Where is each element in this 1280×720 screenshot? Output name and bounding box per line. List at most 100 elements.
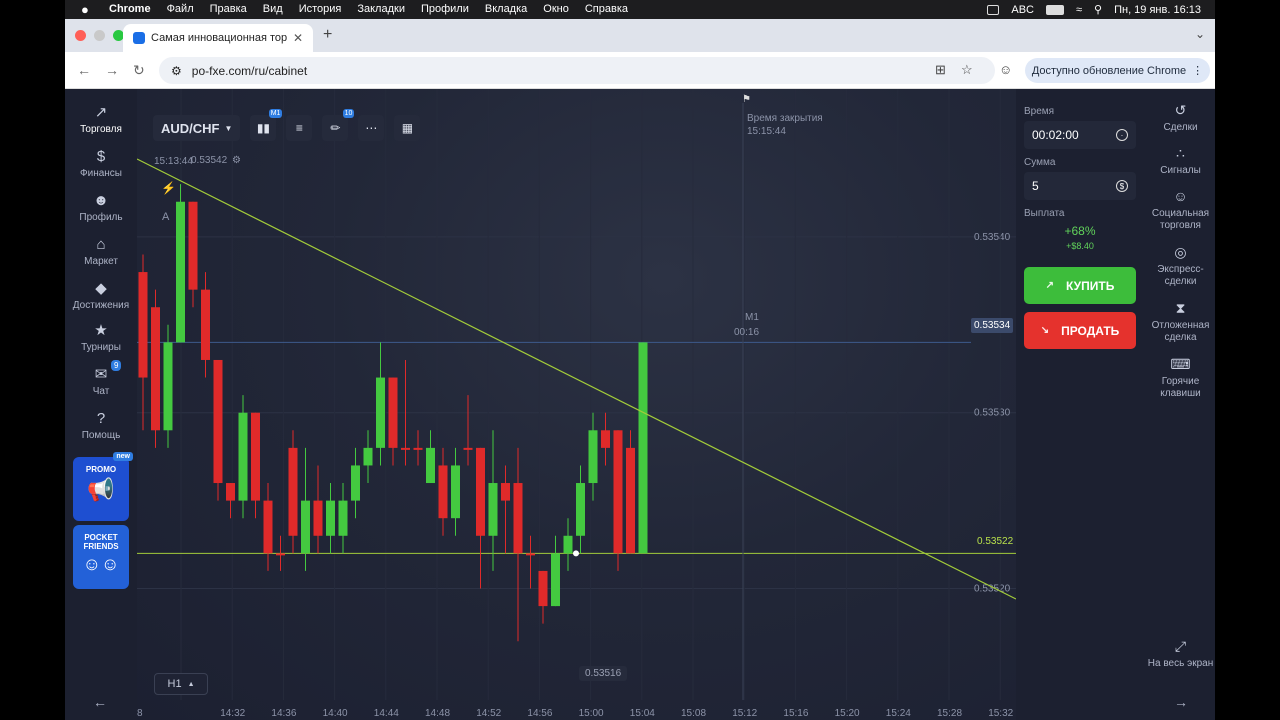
site-settings-icon[interactable]: ⚙	[171, 64, 182, 78]
apple-icon[interactable]: ●	[81, 2, 89, 17]
menubar-menu-5[interactable]: Закладки	[357, 3, 405, 15]
payout-amount: +$8.40	[1066, 241, 1094, 251]
cart-icon: ⌂	[96, 236, 106, 253]
promo-banner[interactable]: new PROMO 📢	[73, 452, 133, 521]
new-tab-icon[interactable]: +	[323, 26, 332, 44]
line-price-tag: 0.53522	[977, 536, 1014, 547]
nav-item-2[interactable]: ☻ Профиль	[65, 192, 137, 223]
more-options-button[interactable]: ⋯	[358, 115, 385, 141]
tab-search-chevron-icon[interactable]: ⌄	[1195, 27, 1205, 41]
x-tick-label: 15:04	[630, 708, 655, 719]
buy-button[interactable]: ↗ КУПИТЬ	[1024, 267, 1136, 304]
right-nav-item-4[interactable]: ⧗ Отложенная сделка	[1146, 301, 1215, 344]
payout-percent: +68%	[1064, 224, 1096, 238]
amount-label: Сумма	[1024, 157, 1056, 168]
expand-icon: ⤢	[1174, 638, 1187, 654]
address-bar[interactable]: ⚙ po-fxe.com/ru/cabinet	[159, 57, 995, 84]
url-text[interactable]: po-fxe.com/ru/cabinet	[192, 64, 307, 78]
price-chart[interactable]: 0.53540 0.53530 0.53520 8 14:32 14:36 14:40 14:…	[137, 89, 1016, 720]
indicators-button[interactable]: ≡	[286, 115, 313, 141]
menubar-menu-3[interactable]: Вид	[263, 3, 283, 15]
menubar-menu-9[interactable]: Справка	[585, 3, 628, 15]
flash-icon[interactable]: ⚡	[161, 181, 176, 195]
candle-body	[476, 447, 485, 536]
menubar-menu-0[interactable]: Chrome	[109, 3, 151, 15]
more-menu-icon[interactable]: ⋮	[1192, 64, 1203, 77]
asset-selector[interactable]: AUD/CHF ▼	[153, 115, 241, 141]
forward-icon[interactable]: →	[105, 62, 119, 78]
browser-tab[interactable]: Самая инновационная торго ✕	[123, 24, 313, 52]
timeframe-selector[interactable]: H1 ▲	[154, 673, 208, 695]
nav-item-3[interactable]: ⌂ Маркет	[65, 236, 137, 267]
nav-item-6[interactable]: ✉ Чат 9	[65, 360, 137, 397]
chart-type-button[interactable]: ▮▮ M1	[250, 109, 283, 141]
fullscreen-button[interactable]: ⤢ На весь экран	[1146, 638, 1215, 670]
chart-type-badge: M1	[268, 109, 283, 118]
candle-body	[451, 465, 460, 519]
nav-item-5[interactable]: ★ Турниры	[65, 322, 137, 353]
time-field[interactable]: 00:02:00 ·	[1024, 121, 1136, 149]
battery-icon[interactable]	[1045, 4, 1064, 15]
fullscreen-label: На весь экран	[1147, 658, 1214, 669]
right-nav-item-3[interactable]: ◎ Экспресс-сделки	[1146, 244, 1215, 288]
close-tab-icon[interactable]: ✕	[293, 31, 303, 45]
x-tick-label: 14:40	[323, 708, 348, 719]
menubar-menu-1[interactable]: Файл	[167, 3, 194, 15]
candle-body	[601, 430, 610, 448]
text-tool-icon[interactable]: A	[162, 211, 169, 223]
nav-item-0[interactable]: ↗ Торговля	[65, 104, 137, 135]
right-nav-item-2[interactable]: ☺ Социальная торговля	[1146, 189, 1215, 232]
chart-area[interactable]: 0.53540 0.53530 0.53520 8 14:32 14:36 14:40 14:…	[137, 89, 1016, 720]
menubar-menu-7[interactable]: Вкладка	[485, 3, 527, 15]
right-nav-item-5[interactable]: ⌨ Горячие клавиши	[1146, 357, 1215, 400]
minimize-window-button[interactable]	[94, 30, 105, 41]
input-source-label[interactable]: ABC	[1011, 4, 1034, 16]
close-window-button[interactable]	[75, 30, 86, 41]
candle-body	[551, 553, 560, 607]
right-nav-item-0[interactable]: ↺ Сделки	[1146, 103, 1215, 134]
dollar-circle-icon[interactable]: $	[1116, 180, 1128, 192]
menubar-clock[interactable]: Пн, 19 янв. 16:13	[1114, 4, 1201, 16]
pocket-friends-banner[interactable]: POCKET FRIENDS ☺☺	[73, 525, 129, 589]
menubar-menu-8[interactable]: Окно	[543, 3, 569, 15]
chrome-update-button[interactable]: Доступно обновление Chrome ⋮	[1025, 58, 1210, 83]
menubar-menu-6[interactable]: Профили	[421, 3, 469, 15]
menubar-menu-2[interactable]: Правка	[210, 3, 247, 15]
right-nav-label: Сигналы	[1160, 165, 1201, 176]
chart-settings-icon[interactable]: ⚙	[232, 155, 241, 166]
time-label: Время	[1024, 106, 1055, 117]
drawings-button[interactable]: ✏ 10	[322, 109, 355, 141]
candle-body	[301, 500, 310, 554]
expand-panel-icon[interactable]: →	[1174, 694, 1188, 710]
nav-item-label: Торговля	[80, 124, 122, 135]
install-app-icon[interactable]: ⊞	[935, 62, 946, 78]
nav-item-7[interactable]: ? Помощь	[65, 410, 137, 441]
candle-body	[351, 465, 360, 501]
amount-value[interactable]: 5	[1032, 179, 1039, 193]
layout-button[interactable]: ▦	[394, 115, 421, 141]
x-tick-label: 15:12	[732, 708, 757, 719]
right-nav-label: Отложенная сделка	[1151, 320, 1210, 343]
menubar-menu-4[interactable]: История	[299, 3, 342, 15]
back-icon[interactable]: ←	[77, 62, 91, 78]
time-value[interactable]: 00:02:00	[1032, 128, 1079, 142]
collapse-sidebar-icon[interactable]: ←	[93, 694, 107, 710]
trophy-icon: ★	[94, 322, 108, 339]
amount-field[interactable]: 5 $	[1024, 172, 1136, 200]
express-icon: ◎	[1174, 244, 1187, 260]
spotlight-icon[interactable]: ⚲	[1094, 3, 1102, 16]
x-tick-label: 15:32	[988, 708, 1013, 719]
bookmark-star-icon[interactable]: ☆	[961, 62, 973, 78]
current-price-tag: 0.53534	[971, 318, 1014, 333]
nav-item-1[interactable]: $ Финансы	[65, 148, 137, 179]
reload-icon[interactable]: ↻	[133, 62, 145, 79]
profile-icon[interactable]: ☺	[999, 62, 1012, 77]
sell-button[interactable]: ↘ ПРОДАТЬ	[1024, 312, 1136, 349]
nav-item-label: Чат	[92, 386, 110, 397]
nav-item-4[interactable]: ◆ Достижения	[65, 280, 137, 311]
wifi-icon[interactable]: ≈	[1076, 4, 1082, 16]
input-source-icon[interactable]	[987, 4, 1000, 15]
clock-icon[interactable]: ·	[1116, 129, 1128, 141]
candle-body	[251, 412, 260, 501]
right-nav-item-1[interactable]: ∴ Сигналы	[1146, 146, 1215, 177]
